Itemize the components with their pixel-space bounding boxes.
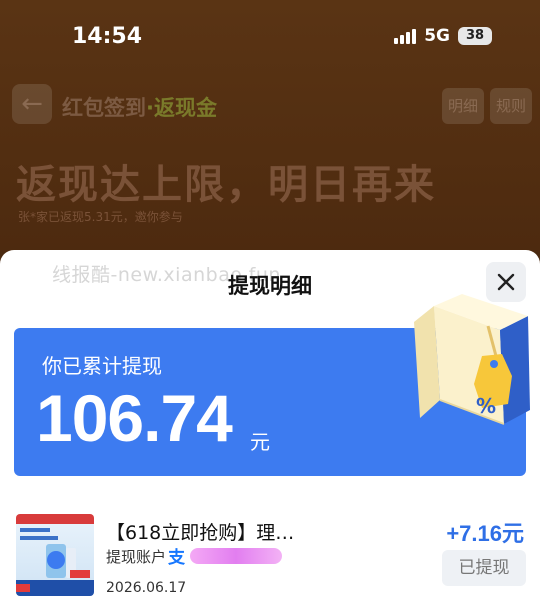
network-label: 5G [424, 26, 450, 46]
background-subtext: 张*家已返现5.31元，邀你参与 [18, 210, 183, 224]
close-icon [497, 273, 515, 291]
detail-chip[interactable]: 明细 [442, 88, 484, 124]
rules-chip[interactable]: 规则 [490, 88, 532, 124]
status-time: 14:54 [72, 24, 143, 49]
withdrawal-record[interactable]: 【618立即抢购】理… 提现账户 支 2026.06.17 +7.16元 已提现 [0, 514, 540, 606]
record-title: 【618立即抢购】理… [106, 522, 295, 544]
total-withdrawn-label: 你已累计提现 [42, 354, 162, 378]
background-page: 14:54 5G 38 ← 红包签到·返现金 明细 规则 返现达上限，明日再来 … [0, 0, 540, 252]
battery-icon: 38 [458, 27, 492, 45]
background-title-accent: 返现金 [153, 96, 217, 120]
percent-badge: % [476, 394, 497, 418]
status-bar: 14:54 5G 38 [0, 0, 540, 72]
product-thumbnail [16, 514, 94, 596]
background-nav: ← 红包签到·返现金 明细 规则 [0, 84, 540, 128]
signal-icon [394, 28, 417, 44]
total-withdrawn-card: 你已累计提现 106.74 元 % [14, 294, 530, 476]
record-date: 2026.06.17 [106, 580, 187, 596]
status-indicators: 5G 38 [394, 26, 492, 46]
background-title: 红包签到·返现金 [62, 96, 217, 120]
discount-box-illustration [414, 294, 530, 425]
total-withdrawn-amount: 106.74 [36, 381, 233, 455]
record-status-badge: 已提现 [442, 550, 526, 586]
record-amount: +7.16元 [446, 521, 524, 546]
background-headline: 返现达上限，明日再来 [16, 162, 436, 208]
record-account-label: 提现账户 [106, 548, 167, 566]
alipay-icon: 支 [168, 548, 185, 568]
total-withdrawn-unit: 元 [250, 430, 270, 454]
redacted-account [190, 548, 282, 564]
back-arrow-icon[interactable]: ← [12, 84, 52, 124]
